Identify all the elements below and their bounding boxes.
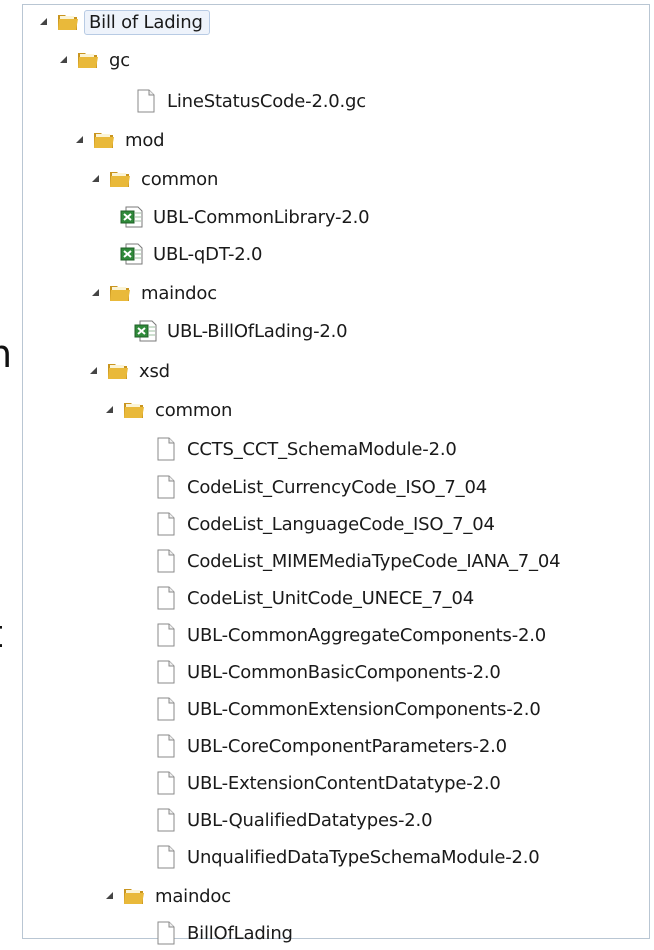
expand-collapse-arrow-icon[interactable] [103,889,117,903]
file-icon [153,845,179,869]
tree-item[interactable]: CCTS_CCT_SchemaModule-2.0 [153,432,462,466]
tree-item-label: UBL-CommonBasicComponents-2.0 [187,661,501,683]
tree-item-label: CCTS_CCT_SchemaModule-2.0 [187,438,457,460]
file-tree-panel: Bill of Lading gc LineStatusCode-2.0.gc … [22,4,650,945]
edge-fragment-3: t [0,615,22,653]
tree-item-label: gc [109,49,130,71]
tree-item-label: CodeList_UnitCode_UNECE_7_04 [187,587,474,609]
tree-item-label: UBL-CommonExtensionComponents-2.0 [187,698,541,720]
file-icon [153,921,179,945]
tree-item-label: UBL-ExtensionContentDatatype-2.0 [187,772,501,794]
edge-fragment-1: n [0,335,13,373]
tree-item[interactable]: BillOfLading [153,916,298,950]
tree-item-label: UnqualifiedDataTypeSchemaModule-2.0 [187,846,540,868]
file-icon [153,771,179,795]
expand-collapse-arrow-icon[interactable] [57,53,71,67]
tree-item-label: UBL-QualifiedDatatypes-2.0 [187,809,433,831]
tree-item[interactable]: UBL-BillOfLading-2.0 [133,314,352,348]
spreadsheet-icon [133,319,159,343]
tree-item[interactable]: UBL-CoreComponentParameters-2.0 [153,729,512,763]
tree-item[interactable]: UBL-CommonExtensionComponents-2.0 [153,692,546,726]
tree-item[interactable]: maindoc [103,879,236,913]
tree-item-label: maindoc [141,282,217,304]
tree-item[interactable]: UBL-ExtensionContentDatatype-2.0 [153,766,506,800]
tree-item[interactable]: Bill of Lading [37,5,210,39]
tree-item-label: UBL-BillOfLading-2.0 [167,320,348,342]
edge-fragment-4: . [0,845,22,883]
expand-collapse-arrow-icon[interactable] [89,172,103,186]
tree-item-label: Bill of Lading [84,9,210,35]
folder-icon [105,359,131,383]
folder-icon [107,167,133,191]
file-icon [153,512,179,536]
file-icon [153,734,179,758]
tree-item-label: UBL-CommonAggregateComponents-2.0 [187,624,547,646]
tree-item[interactable]: UBL-CommonAggregateComponents-2.0 [153,618,551,652]
tree-item[interactable]: UBL-CommonLibrary-2.0 [119,200,374,234]
spreadsheet-icon [119,205,145,229]
file-icon [153,586,179,610]
expand-collapse-arrow-icon[interactable] [37,15,51,29]
file-icon [153,623,179,647]
expand-collapse-arrow-icon[interactable] [87,364,101,378]
file-icon [153,697,179,721]
tree-item[interactable]: UBL-qDT-2.0 [119,237,267,271]
tree-item[interactable]: maindoc [89,276,222,310]
tree-item[interactable]: common [89,162,223,196]
file-icon [153,808,179,832]
tree-item[interactable]: CodeList_UnitCode_UNECE_7_04 [153,581,479,615]
tree-item[interactable]: UBL-CommonBasicComponents-2.0 [153,655,506,689]
file-icon [153,660,179,684]
tree-item-label: mod [125,129,165,151]
folder-icon [121,398,147,422]
tree-item[interactable]: gc [57,43,135,77]
tree-item-label: CodeList_MIMEMediaTypeCode_IANA_7_04 [187,550,561,572]
tree-item[interactable]: CodeList_CurrencyCode_ISO_7_04 [153,470,492,504]
file-icon [153,549,179,573]
tree-item[interactable]: LineStatusCode-2.0.gc [133,84,371,118]
tree-item-label: common [141,168,219,190]
tree-item[interactable]: UBL-QualifiedDatatypes-2.0 [153,803,437,837]
expand-collapse-arrow-icon[interactable] [89,286,103,300]
tree-item[interactable]: mod [73,123,169,157]
expand-collapse-arrow-icon[interactable] [73,133,87,147]
tree-item-label: UBL-qDT-2.0 [153,243,263,265]
tree-item-label: CodeList_LanguageCode_ISO_7_04 [187,513,495,535]
tree-item-label: common [155,399,233,421]
folder-icon [55,10,81,34]
file-icon [133,89,159,113]
expand-collapse-arrow-icon[interactable] [103,403,117,417]
folder-icon [75,48,101,72]
file-icon [153,475,179,499]
tree-item-label: CodeList_CurrencyCode_ISO_7_04 [187,476,487,498]
spreadsheet-icon [119,242,145,266]
tree-item-label: UBL-CommonLibrary-2.0 [153,206,370,228]
folder-icon [91,128,117,152]
tree-item[interactable]: UnqualifiedDataTypeSchemaModule-2.0 [153,840,545,874]
tree-item-label: LineStatusCode-2.0.gc [167,90,366,112]
tree-item[interactable]: xsd [87,354,175,388]
tree-item-label: BillOfLading [187,922,293,944]
tree-item-label: UBL-CoreComponentParameters-2.0 [187,735,507,757]
tree-item-label: maindoc [155,885,231,907]
edge-fragment-2: l [0,378,22,416]
tree-item-label: xsd [139,360,170,382]
tree-item[interactable]: CodeList_LanguageCode_ISO_7_04 [153,507,500,541]
tree-item[interactable]: CodeList_MIMEMediaTypeCode_IANA_7_04 [153,544,565,578]
tree-item[interactable]: common [103,393,237,427]
folder-icon [107,281,133,305]
file-icon [153,437,179,461]
folder-icon [121,884,147,908]
